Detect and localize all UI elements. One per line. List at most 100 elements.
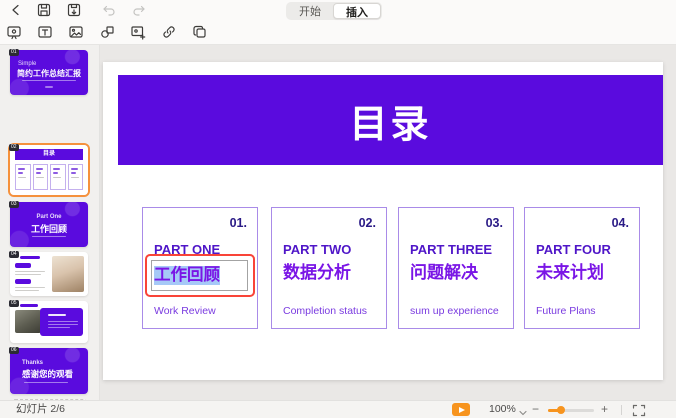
- slide-thumbnail-5[interactable]: 05: [10, 301, 88, 343]
- save-button[interactable]: [33, 2, 55, 20]
- thumb-mini-card: [68, 164, 84, 190]
- toolbar: 开始 插入: [0, 0, 676, 45]
- slide-thumbnail-6[interactable]: 06 Thanks 感谢您的观看: [10, 348, 88, 394]
- thumb-pill: [15, 263, 31, 268]
- copy-icon: [192, 24, 208, 43]
- tab-start[interactable]: 开始: [287, 3, 333, 19]
- tab-insert[interactable]: 插入: [333, 3, 381, 19]
- toc-card-2[interactable]: 02. PART TWO 数据分析 Completion status: [271, 207, 387, 329]
- thumbnail-content-slide: [10, 301, 88, 343]
- save-as-button[interactable]: [63, 2, 85, 20]
- thumb-banner: 目录: [15, 149, 83, 160]
- thumbnail-toc-slide: 目录: [10, 145, 88, 195]
- thumb-mini-card: [15, 164, 31, 190]
- slide-thumbnail-3[interactable]: 03 Part One 工作回顾: [10, 202, 88, 247]
- thumb-line: [15, 287, 45, 288]
- save-as-icon: [66, 2, 82, 21]
- ribbon-tab-switch: 开始 插入: [286, 2, 382, 20]
- thumb-title-bar: [20, 256, 40, 259]
- thumb-photo: [52, 256, 84, 292]
- current-slide[interactable]: 目录 01. PART ONE 工作回顾 Work Review 02. PAR…: [103, 62, 663, 380]
- fit-to-screen-button[interactable]: [631, 404, 647, 417]
- toc-card-1[interactable]: 01. PART ONE 工作回顾 Work Review: [142, 207, 258, 329]
- thumb-purple-box: [40, 308, 83, 336]
- card-number: 04.: [612, 216, 629, 230]
- toc-card-3[interactable]: 03. PART THREE 问题解决 sum up experience: [398, 207, 514, 329]
- thumb-mini-card: [33, 164, 49, 190]
- status-bar: 幻灯片 2/6 100% − +: [0, 400, 676, 418]
- app-window: 开始 插入 01 Simple 简约工: [0, 0, 676, 418]
- text-cursor-box[interactable]: 工作回顾: [151, 260, 248, 291]
- editor-canvas[interactable]: 目录 01. PART ONE 工作回顾 Work Review 02. PAR…: [100, 45, 676, 400]
- slide-title-banner[interactable]: 目录: [118, 75, 663, 165]
- new-slide-icon: [6, 24, 22, 43]
- insert-image-button[interactable]: [65, 24, 87, 42]
- insert-chart-button[interactable]: [127, 24, 149, 42]
- image-icon: [68, 24, 84, 43]
- thumb-subtitle-line: [22, 80, 76, 81]
- thumb-subtitle-line: [32, 236, 66, 237]
- thumb-title-text: 感谢您的观看: [22, 368, 73, 380]
- statusbar-divider: [621, 405, 622, 415]
- thumb-title-bar: [20, 304, 38, 307]
- card-part-label: PART THREE: [410, 242, 492, 257]
- back-icon: [8, 2, 24, 21]
- slide-counter: 幻灯片 2/6: [16, 401, 65, 418]
- active-text-edit-box[interactable]: 工作回顾: [145, 254, 255, 297]
- slide-thumbnail-1[interactable]: 01 Simple 简约工作总结汇报: [10, 50, 88, 95]
- slide-number-badge: 02: [9, 144, 19, 151]
- back-button[interactable]: [5, 2, 27, 20]
- chevron-down-icon[interactable]: [519, 407, 527, 418]
- card-number: 02.: [359, 216, 376, 230]
- zoom-in-button[interactable]: +: [601, 401, 608, 417]
- card-title[interactable]: 未来计划: [536, 258, 604, 283]
- slide-thumbnail-2-selected[interactable]: 02 目录: [10, 145, 88, 195]
- card-subtitle: Work Review: [154, 305, 216, 317]
- selected-text[interactable]: 工作回顾: [154, 266, 220, 285]
- undo-button[interactable]: [97, 2, 119, 20]
- undo-icon: [100, 2, 116, 21]
- insert-shape-button[interactable]: [96, 24, 118, 42]
- insert-textbox-button[interactable]: [34, 24, 56, 42]
- play-slideshow-button[interactable]: [452, 403, 470, 416]
- thumb-title-text: 工作回顾: [10, 222, 88, 235]
- card-subtitle: sum up experience: [410, 305, 499, 317]
- card-part-label: PART TWO: [283, 242, 351, 257]
- card-title[interactable]: 数据分析: [283, 258, 351, 283]
- save-icon: [36, 2, 52, 21]
- link-icon: [161, 24, 177, 43]
- thumb-small-text: Thanks: [22, 360, 43, 366]
- zoom-level-value[interactable]: 100%: [489, 401, 516, 418]
- shapes-icon: [99, 24, 115, 43]
- insert-link-button[interactable]: [158, 24, 180, 42]
- toc-card-4[interactable]: 04. PART FOUR 未来计划 Future Plans: [524, 207, 640, 329]
- slide-number-badge: 01: [9, 49, 19, 56]
- card-number: 03.: [486, 216, 503, 230]
- thumb-title-text: 简约工作总结汇报: [17, 68, 81, 79]
- card-number: 01.: [230, 216, 247, 230]
- card-subtitle: Future Plans: [536, 305, 596, 317]
- insert-slide-button[interactable]: [3, 24, 25, 42]
- zoom-slider[interactable]: [548, 409, 594, 412]
- card-title[interactable]: 问题解决: [410, 258, 478, 283]
- zoom-out-button[interactable]: −: [532, 401, 539, 417]
- play-icon: [459, 407, 465, 413]
- thumb-dots: [45, 86, 53, 88]
- redo-button[interactable]: [129, 2, 151, 20]
- fit-screen-icon: [632, 405, 646, 418]
- thumb-small-text: Simple: [18, 61, 36, 67]
- slide-number-badge: 06: [9, 347, 19, 354]
- thumb-pill: [15, 279, 31, 284]
- slide-title-text: 目录: [349, 93, 431, 148]
- redo-icon: [132, 2, 148, 21]
- thumbnail-section-slide: Part One 工作回顾: [10, 202, 88, 247]
- thumb-small-text: Part One: [10, 214, 88, 220]
- slide-thumbnail-4[interactable]: 04: [10, 252, 88, 296]
- zoom-slider-handle[interactable]: [557, 406, 565, 414]
- slide-number-badge: 03: [9, 201, 19, 208]
- slide-number-badge: 05: [9, 300, 19, 307]
- copy-button[interactable]: [189, 24, 211, 42]
- thumb-line: [15, 274, 41, 275]
- card-part-label: PART FOUR: [536, 242, 611, 257]
- chart-icon: [130, 24, 146, 43]
